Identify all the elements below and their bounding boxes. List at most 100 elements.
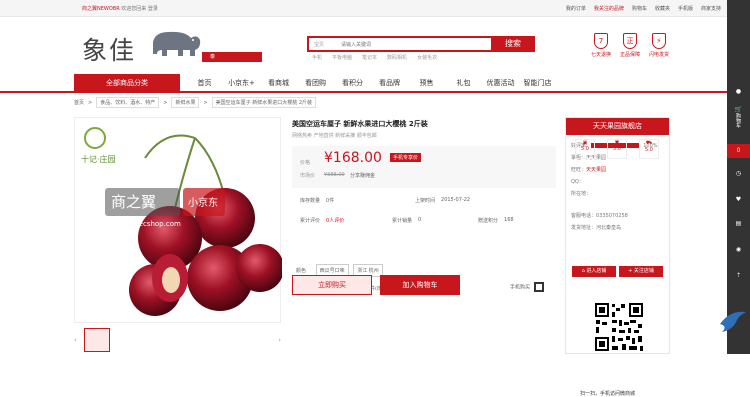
- enter-shop-button[interactable]: ⌂ 进入店铺: [572, 266, 616, 277]
- right-sidebar: ● 🛒 购物车 0 ◷ ♥ ▤ ◉ ⇡: [727, 0, 750, 354]
- bird-icon[interactable]: [718, 308, 748, 334]
- reviews-link[interactable]: 0人评价: [326, 217, 344, 224]
- service-label: 正品保障: [619, 52, 640, 58]
- region-label: 所在地: [571, 191, 587, 197]
- nav-item-jd[interactable]: 小京东+: [223, 74, 260, 93]
- follow-shop-button[interactable]: + 关注店铺: [619, 266, 663, 277]
- shop-name[interactable]: 天天果园旗舰店: [566, 118, 669, 135]
- main-nav: 全部商品分类 首页 小京东+ 看商城 看团购 看积分 看品牌 预售 礼包 优惠活…: [0, 74, 727, 93]
- mobile-buy-label: 手机购买: [510, 284, 531, 291]
- service-flash: ⚡ 闪电发货: [646, 33, 672, 58]
- hot-word[interactable]: 笔记本: [362, 54, 377, 61]
- farm-badge-text: 十记·庄园: [81, 154, 116, 164]
- cherries-image: 十记·庄园 商之翼 www.68ecshop.com 小京东: [81, 127, 284, 316]
- breadcrumb-home[interactable]: 首页: [74, 99, 84, 106]
- search-category[interactable]: 宝贝: [314, 41, 324, 48]
- breadcrumb-subcategory[interactable]: 新鲜水果: [171, 97, 200, 108]
- buy-now-button[interactable]: 立即购买: [292, 275, 372, 295]
- top-links: 我的订单 我关注的品牌 购物车 收藏夹 手机版 商家支持: [566, 5, 721, 12]
- addr-value: 河北秦皇岛: [596, 225, 622, 231]
- shop-icon: ⌂: [581, 268, 585, 274]
- nav-item-brand[interactable]: 看品牌: [371, 74, 408, 93]
- nav-item-gift[interactable]: 礼包: [445, 74, 482, 93]
- breadcrumb-category[interactable]: 食品、饮料、酒水、特产: [96, 97, 160, 108]
- logo-tag: 泰: [202, 52, 262, 62]
- site-logo[interactable]: 象佳: [82, 31, 136, 67]
- mobile-buy[interactable]: 手机购买: [510, 282, 544, 292]
- wallet-icon[interactable]: ▤: [727, 220, 750, 227]
- followed-brands-link[interactable]: 我关注的品牌: [594, 5, 624, 12]
- nav-item-points[interactable]: 看积分: [334, 74, 371, 93]
- phone-value: 0335070258: [596, 213, 628, 219]
- welcome-text: 商之翼NEWOBR 欢迎您回来 登录: [82, 5, 158, 12]
- cart-count-badge: 0: [727, 144, 750, 158]
- product-price: ¥168.00: [324, 150, 382, 166]
- mobile-link[interactable]: 手机版: [678, 5, 693, 12]
- nav-item-mall[interactable]: 看商城: [260, 74, 297, 93]
- top-cart-link[interactable]: 购物车: [632, 5, 647, 12]
- wangwang-label: 旺旺: [571, 167, 582, 173]
- account-icon[interactable]: ●: [727, 88, 750, 100]
- score-value: 5.0: [645, 147, 653, 153]
- top-icon[interactable]: ⇡: [727, 272, 750, 279]
- addr-label: 发货地址: [571, 225, 592, 231]
- qr-label: 扫一扫，手机访问微商城: [580, 391, 636, 397]
- price-badge: 手机专享价: [390, 153, 422, 162]
- hot-word[interactable]: 手机: [312, 54, 322, 61]
- spec-label: 颜色: [296, 268, 307, 274]
- nav-item-promo[interactable]: 优惠活动: [482, 74, 519, 93]
- top-bar: 商之翼NEWOBR 欢迎您回来 登录 我的订单 我关注的品牌 购物车 收藏夹 手…: [0, 0, 727, 17]
- add-to-cart-button[interactable]: 加入购物车: [380, 275, 460, 295]
- points-value: 168: [504, 217, 514, 223]
- truck-icon: ⛟: [645, 140, 653, 146]
- hot-words: 手机 平板电脑 笔记本 数码相机 女装毛衣: [312, 54, 437, 61]
- nav-item-presale[interactable]: 预售: [408, 74, 445, 93]
- thumbnail-item[interactable]: [84, 328, 110, 352]
- all-categories-button[interactable]: 全部商品分类: [74, 74, 180, 93]
- hot-word[interactable]: 数码相机: [387, 54, 407, 61]
- points-label: 赠送积分: [478, 218, 499, 224]
- search-input[interactable]: [341, 40, 491, 49]
- welcome-label: 欢迎您回来: [121, 6, 147, 12]
- prev-arrow-icon[interactable]: ‹: [74, 336, 77, 344]
- qr-small-icon: [533, 282, 544, 292]
- cart-icon: 🛒: [734, 106, 743, 113]
- market-price-label: 市场价: [300, 173, 316, 179]
- share-link[interactable]: 分享赚佣金: [350, 172, 375, 179]
- score-value: 5.0: [613, 146, 621, 152]
- search-button[interactable]: 搜索: [491, 36, 535, 52]
- site-name[interactable]: 商之翼NEWOBR: [82, 6, 120, 12]
- merchant-link[interactable]: 商家支持: [701, 5, 721, 12]
- next-arrow-icon[interactable]: ›: [278, 336, 281, 344]
- search-box: 宝贝 搜索: [307, 36, 535, 52]
- nav-item-group[interactable]: 看团购: [297, 74, 334, 93]
- cart-tab[interactable]: 🛒 购物车: [727, 106, 750, 128]
- watermark-tag: 小京东: [188, 196, 218, 209]
- my-orders-link[interactable]: 我的订单: [566, 5, 586, 12]
- service-genuine: 正 正品保障: [617, 33, 643, 58]
- reviews-label: 累计评价: [300, 218, 321, 224]
- wangwang-link[interactable]: 天天果园: [586, 167, 606, 173]
- history-icon[interactable]: ◷: [727, 170, 750, 177]
- watermark-url: www.68ecshop.com: [111, 220, 181, 228]
- service-label: 闪电发货: [648, 52, 669, 58]
- hot-word[interactable]: 女装毛衣: [417, 54, 437, 61]
- site-header: 象佳 泰 宝贝 搜索 手机 平板电脑 笔记本 数码相机 女装毛衣 7 七天退换 …: [0, 17, 727, 73]
- favorite-icon[interactable]: ♥: [727, 196, 750, 203]
- hot-word[interactable]: 平板电脑: [332, 54, 352, 61]
- stock-value: 0件: [326, 198, 335, 204]
- nav-item-store[interactable]: 智能门店: [519, 74, 556, 93]
- price-box: 价格 ¥168.00 手机专享价 市场价 ¥388.00 分享赚佣金: [292, 146, 556, 188]
- product-title: 美国空运车厘子 新鲜水果进口大樱桃 2斤装: [292, 120, 428, 128]
- enter-shop-label: 进入店铺: [586, 268, 607, 274]
- sales-value: 0: [418, 217, 422, 223]
- shield-flash-icon: ⚡: [652, 33, 666, 49]
- score-service: ♥ 5.0: [607, 139, 627, 159]
- favorites-link[interactable]: 收藏夹: [655, 5, 670, 12]
- qr-code-icon: [594, 302, 644, 352]
- nav-item-home[interactable]: 首页: [186, 74, 223, 93]
- product-image[interactable]: 十记·庄园 商之翼 www.68ecshop.com 小京东: [74, 117, 284, 323]
- coupon-icon[interactable]: ◉: [727, 246, 750, 253]
- login-link[interactable]: 登录: [148, 6, 158, 12]
- watermark-brand: 商之翼: [111, 193, 156, 211]
